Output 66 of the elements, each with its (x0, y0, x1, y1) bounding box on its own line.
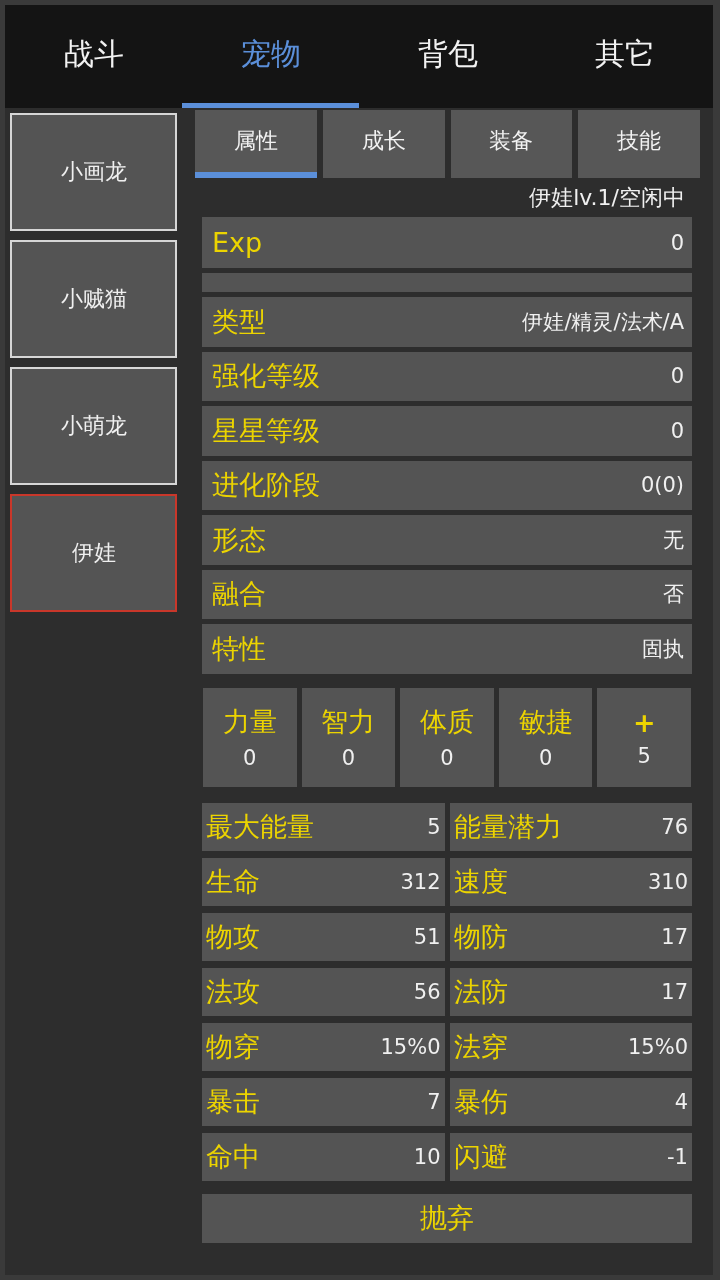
attribute-value: 0 (243, 746, 257, 770)
attribute-label: 体质 (420, 705, 474, 739)
stat-label: 闪避 (453, 1139, 508, 1174)
stat-label: 物穿 (206, 1029, 260, 1064)
info-value: 固执 (642, 635, 684, 663)
pet-list-item[interactable]: 伊娃 (10, 494, 177, 612)
stat-value: 7 (427, 1089, 441, 1114)
stat-label: 暴击 (206, 1084, 260, 1119)
attribute-label: 智力 (321, 705, 376, 739)
pet-status-text: 伊娃lv.1/空闲中 (529, 183, 685, 212)
stat-value: 4 (674, 1089, 688, 1114)
info-value: 0 (670, 230, 684, 255)
stat-value: 15%0 (380, 1034, 441, 1059)
info-label: 形态 (212, 522, 266, 557)
stat-label: 最大能量 (206, 809, 314, 844)
stat-value: 17 (661, 979, 688, 1004)
pet-list-item[interactable]: 小画龙 (10, 113, 177, 231)
info-label: 特性 (212, 631, 266, 666)
info-value: 0 (670, 418, 684, 443)
stat-value: 310 (647, 869, 688, 894)
sub-tab[interactable]: 成长 (322, 110, 445, 178)
stat-label: 暴伤 (453, 1084, 508, 1119)
sub-tab[interactable]: 装备 (450, 110, 573, 178)
stat-value: 15%0 (627, 1034, 688, 1059)
top-tab[interactable]: 战斗 (5, 5, 182, 108)
stat-label: 法穿 (453, 1029, 508, 1064)
attribute-label: 敏捷 (518, 705, 573, 739)
attribute-value: 0 (538, 746, 553, 770)
stat-value: 5 (427, 814, 441, 839)
top-tab[interactable]: 背包 (359, 5, 536, 108)
attribute-label: 力量 (222, 705, 277, 739)
stat-label: 法攻 (206, 974, 260, 1009)
pet-list-item[interactable]: 小萌龙 (10, 367, 177, 485)
info-value: 0(0) (640, 473, 684, 498)
add-points-button[interactable]: + 5 (597, 687, 691, 787)
info-label: Exp (212, 227, 263, 258)
info-value: 0 (670, 364, 684, 389)
info-label: 融合 (212, 577, 266, 612)
sub-tab[interactable]: 技能 (578, 110, 700, 178)
info-value: 伊娃/精灵/法术/A (522, 308, 684, 336)
sub-tab[interactable]: 属性 (195, 110, 317, 178)
stat-label: 法防 (453, 974, 508, 1009)
stat-value: 56 (413, 979, 441, 1004)
stat-value: -1 (667, 1144, 688, 1169)
pet-list-item[interactable]: 小贼猫 (10, 240, 177, 358)
info-value: 否 (663, 581, 684, 609)
stat-value: 312 (400, 869, 441, 894)
stat-label: 能量潜力 (453, 809, 562, 844)
abandon-button[interactable]: 抛弃 (202, 1193, 692, 1243)
info-label: 星星等级 (212, 413, 320, 448)
top-tab[interactable]: 其它 (536, 5, 713, 108)
stat-label: 物防 (453, 919, 508, 954)
stat-label: 生命 (206, 864, 260, 899)
info-label: 进化阶段 (212, 468, 320, 503)
stat-value: 76 (661, 814, 688, 839)
stat-value: 17 (661, 924, 688, 949)
stat-label: 命中 (206, 1139, 260, 1174)
attribute-value: 0 (440, 746, 454, 770)
stat-value: 51 (413, 924, 441, 949)
attribute-value: 0 (341, 746, 356, 770)
stat-label: 物攻 (206, 919, 260, 954)
info-label: 类型 (212, 304, 266, 339)
stat-value: 10 (413, 1144, 441, 1169)
info-value: 无 (663, 526, 684, 554)
info-label: 强化等级 (212, 359, 320, 394)
stat-label: 速度 (453, 864, 508, 899)
